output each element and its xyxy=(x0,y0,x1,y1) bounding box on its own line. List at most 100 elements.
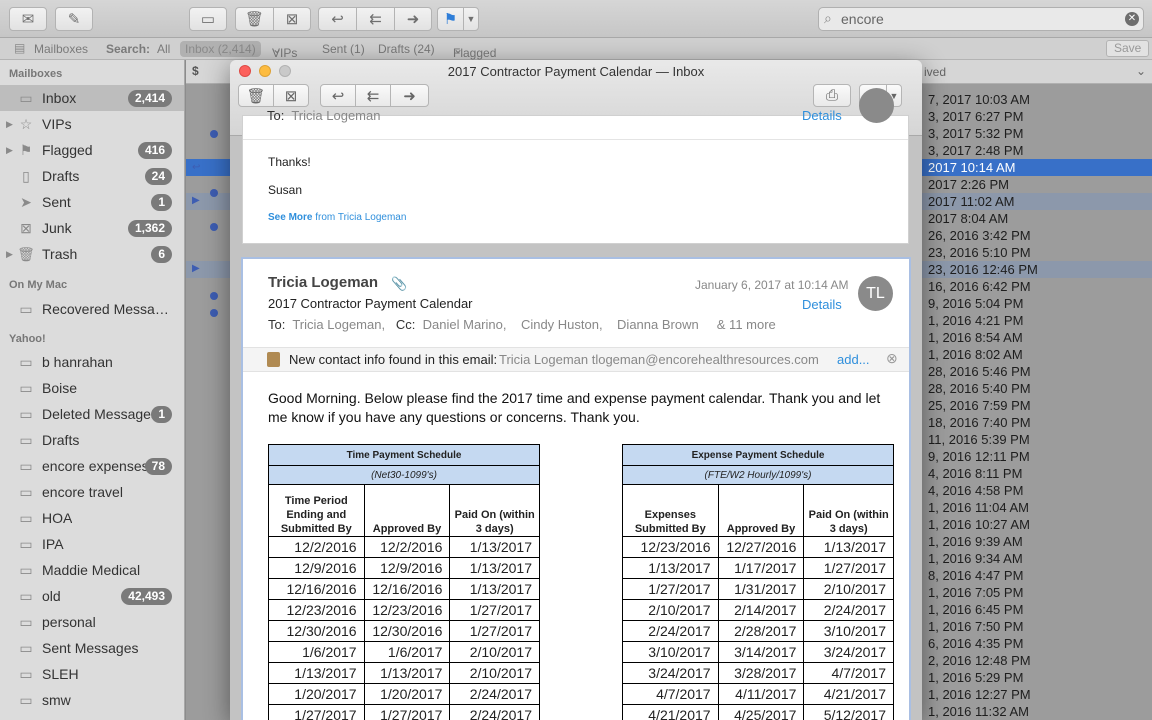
see-more-link[interactable]: See More from Tricia Logeman xyxy=(268,212,406,223)
table-subtitle: (Net30-1099's) xyxy=(268,465,540,485)
sidebar-item-folder[interactable]: ▭ Recovered Messages xyxy=(0,296,184,322)
recipient[interactable]: Tricia Logeman, xyxy=(292,317,385,332)
save-search-button[interactable]: Save xyxy=(1106,40,1150,57)
previous-message-card: To: Tricia Logeman Details Thanks! Susan… xyxy=(242,88,909,244)
flag-icon: ⚑ xyxy=(19,141,33,158)
sidebar-item-flagged[interactable]: ▶ ⚑ Flagged 416 xyxy=(0,137,184,163)
sidebar-item-drafts[interactable]: ▯ Drafts 24 xyxy=(0,163,184,189)
dismiss-icon[interactable]: ⊗ xyxy=(886,350,898,367)
print-button[interactable]: ⎙ xyxy=(813,84,851,107)
scope-flagged[interactable]: Flagged ⌄ xyxy=(453,42,496,60)
sidebar-item-inbox[interactable]: ▭ Inbox 2,414 xyxy=(0,85,184,111)
sidebar-item-label: Drafts xyxy=(42,432,80,448)
table-cell: 1/13/2017 xyxy=(803,536,894,558)
reply-button[interactable]: ↩ xyxy=(320,84,356,107)
sidebar-item-folder[interactable]: ▭ old 42,493 xyxy=(0,583,184,609)
message-date: 1, 2016 11:32 AM xyxy=(928,704,1029,719)
sidebar-item-folder[interactable]: ▭ encore expenses 78 xyxy=(0,453,184,479)
chevron-down-icon: ▼ xyxy=(466,14,476,24)
count-badge: 1 xyxy=(151,405,172,423)
table-cell: 2/10/2017 xyxy=(803,578,894,600)
sidebar-item-folder[interactable]: ▭ Maddie Medical xyxy=(0,557,184,583)
clear-search-icon[interactable]: ✕ xyxy=(1125,12,1139,26)
scope-drafts[interactable]: Drafts (24) xyxy=(378,42,435,56)
table-cell: 1/13/2017 xyxy=(449,578,540,600)
sidebar-item-vips[interactable]: ▶ ☆ VIPs xyxy=(0,111,184,137)
table-cell: 2/10/2017 xyxy=(622,599,719,621)
search-input[interactable] xyxy=(841,10,1121,28)
disclosure-icon[interactable]: ▶ xyxy=(6,249,13,260)
forward-button[interactable]: ➜ xyxy=(394,7,432,31)
reply-button[interactable]: ↩ xyxy=(318,7,356,31)
scope-all[interactable]: All xyxy=(157,42,170,56)
table-cell: 12/23/2016 xyxy=(363,599,451,621)
table-cell: 1/20/2017 xyxy=(268,683,365,705)
prev-details-link[interactable]: Details xyxy=(802,108,842,123)
sidebar-item-folder[interactable]: ▭ Deleted Messages 1 xyxy=(0,401,184,427)
sidebar-item-junk[interactable]: ⊠ Junk 1,362 xyxy=(0,215,184,241)
search-field[interactable]: ⌕ ✕ xyxy=(818,7,1144,31)
delete-button[interactable]: 🗑 xyxy=(235,7,273,31)
scope-inbox[interactable]: Inbox (2,414) xyxy=(180,41,261,57)
reply-all-button[interactable]: ⇇ xyxy=(356,7,394,31)
table-cell: 12/16/2016 xyxy=(268,578,365,600)
get-mail-button[interactable]: ✉ xyxy=(9,7,47,31)
sidebar-item-label: Deleted Messages xyxy=(42,406,158,422)
disclosure-icon[interactable]: ▶ xyxy=(6,119,13,130)
prev-body-line: Thanks! xyxy=(268,155,311,169)
table-cell: 4/11/2017 xyxy=(717,683,805,705)
reply-all-button[interactable]: ⇇ xyxy=(355,84,391,107)
message-viewer-window: 2017 Contractor Payment Calendar — Inbox… xyxy=(230,60,922,720)
dollar-column-icon[interactable]: $ xyxy=(192,64,199,78)
archive-icon: ▭ xyxy=(200,11,216,28)
sidebar-item-folder[interactable]: ▭ encore travel xyxy=(0,479,184,505)
table-row: 12/23/2016 12/23/2016 1/27/2017 xyxy=(268,599,540,621)
compose-button[interactable]: ✎ xyxy=(55,7,93,31)
message-date: 4, 2016 4:58 PM xyxy=(928,483,1024,498)
sidebar-item-folder[interactable]: ▭ smw xyxy=(0,687,184,713)
details-link[interactable]: Details xyxy=(802,297,842,312)
sidebar-item-sent[interactable]: ➤ Sent 1 xyxy=(0,189,184,215)
message-date: 1, 2016 8:54 AM xyxy=(928,330,1023,345)
reply-all-icon: ⇇ xyxy=(369,11,382,28)
junk-button[interactable]: ⊠ xyxy=(273,7,311,31)
recipient[interactable]: Daniel Marino, xyxy=(423,317,507,332)
recipient[interactable]: Cindy Huston, xyxy=(521,317,603,332)
sidebar-toggle-icon[interactable]: ▤ xyxy=(14,41,25,55)
received-column-header[interactable]: ived xyxy=(924,65,946,79)
sidebar-item-folder[interactable]: ▭ HOA xyxy=(0,505,184,531)
sidebar-item-folder[interactable]: ▭ IPA xyxy=(0,531,184,557)
forward-button[interactable]: ➜ xyxy=(390,84,429,107)
thread-arrow-icon: ▶ xyxy=(192,263,200,274)
junk-button[interactable]: ⊠ xyxy=(273,84,309,107)
message-date: 1, 2016 9:39 AM xyxy=(928,534,1023,549)
count-badge: 416 xyxy=(137,141,172,159)
sidebar-item-folder[interactable]: ▭ SLEH xyxy=(0,661,184,687)
flag-button[interactable]: ⚑ xyxy=(437,7,463,31)
scope-sent[interactable]: Sent (1) xyxy=(322,42,365,56)
scope-vips[interactable]: VIPs ⌄ xyxy=(272,42,297,60)
sender-name: Tricia Logeman xyxy=(268,274,379,291)
sidebar-item-folder[interactable]: ▭ b hanrahan xyxy=(0,349,184,375)
sidebar-item-folder[interactable]: ▭ Boise xyxy=(0,375,184,401)
more-recipients-link[interactable]: & 11 more xyxy=(717,317,776,332)
sidebar-item-folder[interactable]: ▭ Drafts xyxy=(0,427,184,453)
delete-button[interactable]: 🗑 xyxy=(238,84,274,107)
add-contact-link[interactable]: add... xyxy=(837,352,870,367)
chevron-down-icon[interactable]: ⌄ xyxy=(1136,64,1146,78)
folder-icon: ▭ xyxy=(19,639,33,656)
flag-menu-button[interactable]: ▼ xyxy=(463,7,479,31)
table-cell: 4/7/2017 xyxy=(622,683,719,705)
sidebar-item-label: encore travel xyxy=(42,484,123,500)
archive-button[interactable]: ▭ xyxy=(189,7,227,31)
sidebar-item-folder[interactable]: ▭ Sent Messages xyxy=(0,635,184,661)
sidebar-item-label: Trash xyxy=(42,246,78,262)
mailboxes-button[interactable]: Mailboxes xyxy=(34,42,88,56)
recipient[interactable]: Dianna Brown xyxy=(617,317,699,332)
reply-all-icon: ⇇ xyxy=(366,87,380,105)
sidebar-item-trash[interactable]: ▶ 🗑 Trash 6 xyxy=(0,241,184,267)
disclosure-icon[interactable]: ▶ xyxy=(6,145,13,156)
table-cell: 1/13/2017 xyxy=(449,536,540,558)
count-badge: 42,493 xyxy=(121,587,172,605)
sidebar-item-folder[interactable]: ▭ personal xyxy=(0,609,184,635)
